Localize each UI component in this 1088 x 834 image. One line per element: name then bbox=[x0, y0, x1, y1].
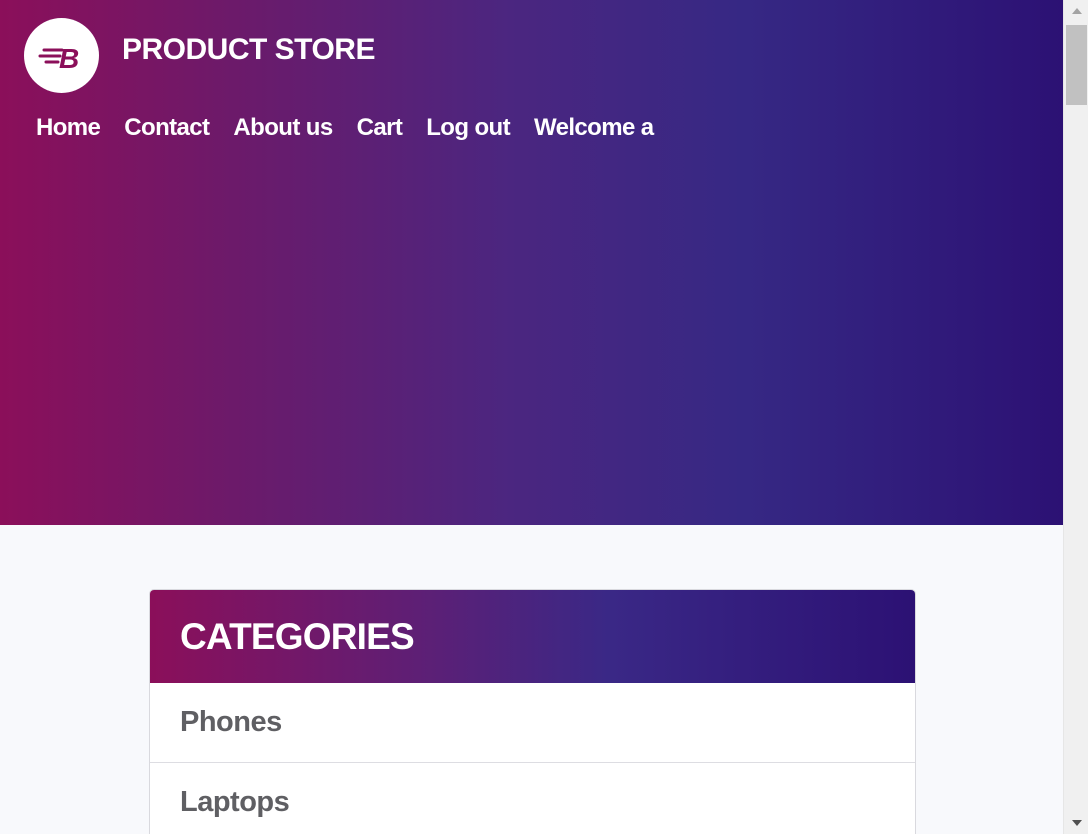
triangle-down-icon bbox=[1071, 820, 1082, 826]
b-speed-logo-icon: B bbox=[38, 43, 79, 74]
logo-icon[interactable]: B bbox=[24, 18, 99, 93]
category-phones[interactable]: Phones bbox=[150, 683, 915, 763]
categories-header: CATEGORIES bbox=[150, 590, 915, 683]
svg-text:B: B bbox=[59, 43, 79, 74]
triangle-up-icon bbox=[1071, 8, 1082, 14]
nav-log-out[interactable]: Log out bbox=[414, 111, 522, 145]
vertical-scrollbar[interactable] bbox=[1063, 0, 1088, 834]
hero-banner: B PRODUCT STORE Home Contact About us Ca… bbox=[0, 0, 1063, 525]
scrollbar-thumb[interactable] bbox=[1066, 25, 1087, 105]
nav-home[interactable]: Home bbox=[24, 111, 112, 145]
categories-title: CATEGORIES bbox=[180, 615, 415, 657]
scroll-down-button[interactable] bbox=[1064, 812, 1088, 834]
nav-welcome-user[interactable]: Welcome a bbox=[522, 111, 666, 145]
scroll-up-button[interactable] bbox=[1064, 0, 1088, 22]
brand-title[interactable]: PRODUCT STORE bbox=[122, 33, 375, 67]
nav-about-us[interactable]: About us bbox=[221, 111, 344, 145]
nav-cart[interactable]: Cart bbox=[345, 111, 415, 145]
categories-card: CATEGORIES Phones Laptops bbox=[149, 589, 916, 834]
page: B PRODUCT STORE Home Contact About us Ca… bbox=[0, 0, 1063, 834]
nav-contact[interactable]: Contact bbox=[112, 111, 221, 145]
category-laptops[interactable]: Laptops bbox=[150, 763, 915, 834]
main-nav: Home Contact About us Cart Log out Welco… bbox=[24, 111, 666, 145]
